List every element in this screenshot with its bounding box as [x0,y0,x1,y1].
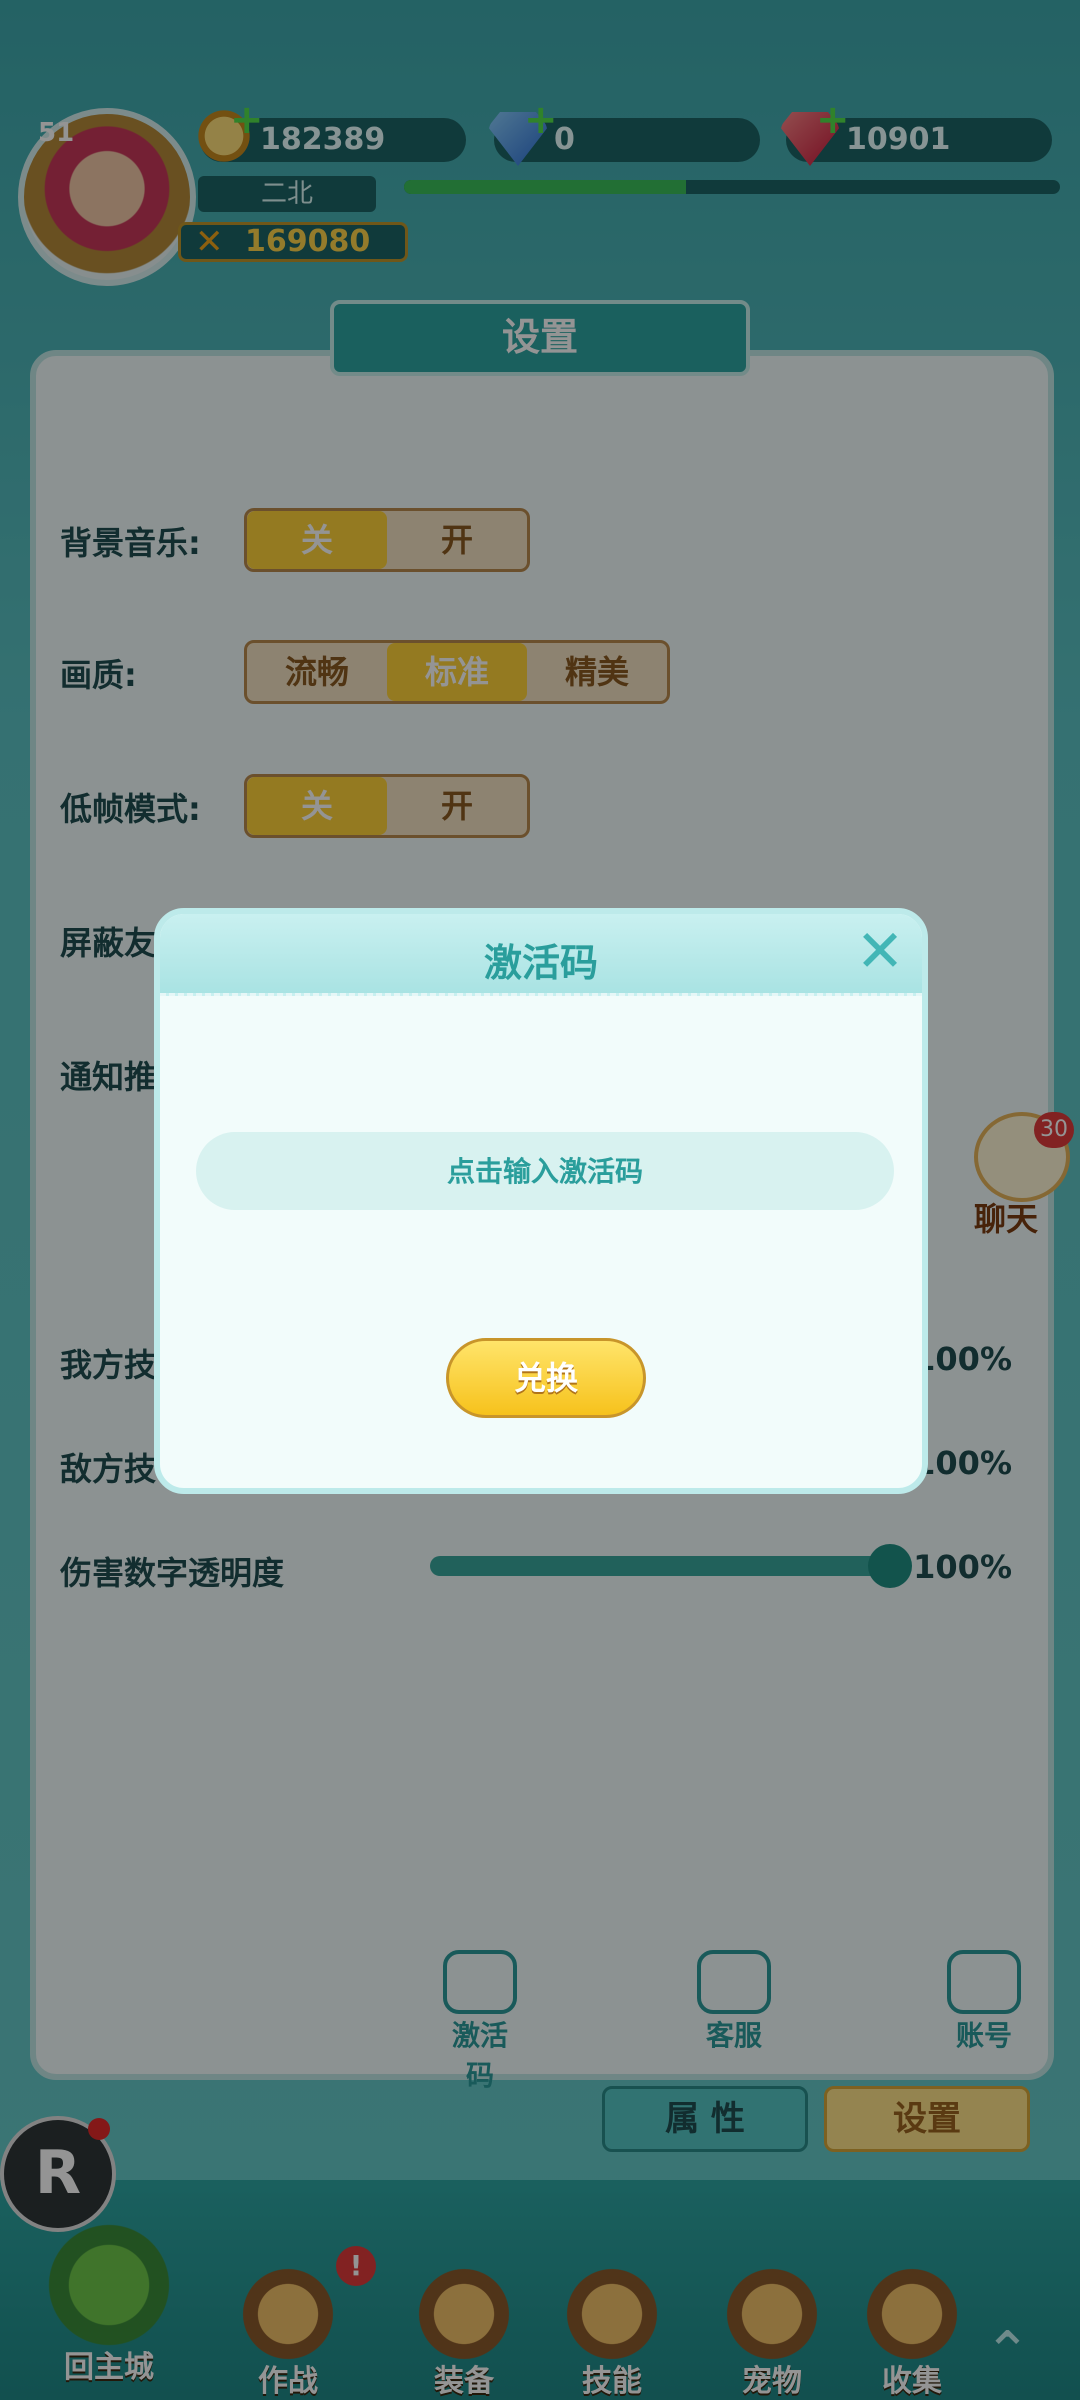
activation-code-input[interactable] [196,1132,894,1210]
dialog-header: 激活码 ✕ [160,914,922,996]
close-icon[interactable]: ✕ [852,922,908,982]
activation-code-dialog: 激活码 ✕ 兑换 [154,908,928,1494]
redeem-button[interactable]: 兑换 [446,1338,646,1418]
dialog-title: 激活码 [483,941,598,985]
